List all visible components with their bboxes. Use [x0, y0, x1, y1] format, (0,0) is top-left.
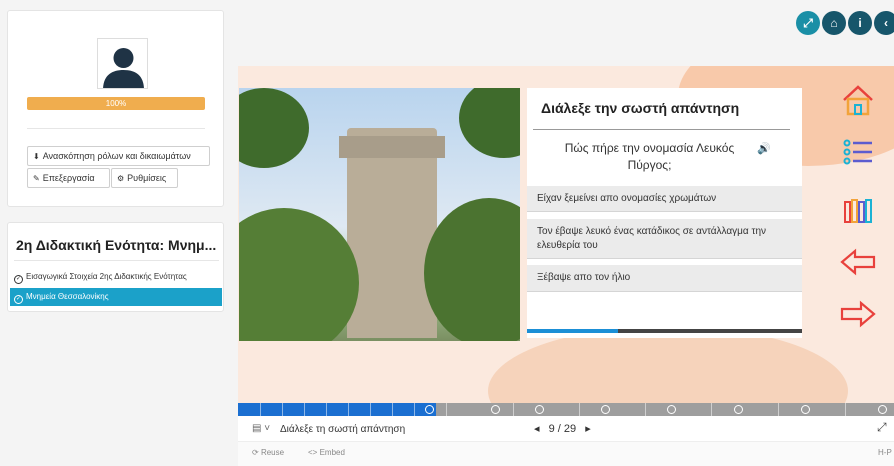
answer-option[interactable]: Ξέβαψε απο τον ήλιο	[527, 265, 802, 292]
home-nav-icon[interactable]	[838, 80, 878, 120]
timeline-task-marker[interactable]	[491, 405, 500, 414]
reuse-icon: ⟳	[252, 448, 261, 457]
settings-button[interactable]: ⚙ Ρυθμίσεις	[111, 168, 178, 188]
timeline-tick[interactable]	[513, 403, 514, 416]
info-button[interactable]: i	[848, 11, 872, 35]
expand-icon: ⤢	[803, 16, 813, 30]
expand-button[interactable]: ⤢	[796, 11, 820, 35]
download-icon: ⬇	[33, 152, 40, 161]
prev-slide-button[interactable]: ◂	[534, 423, 540, 435]
divider	[533, 129, 790, 130]
answer-option[interactable]: Τον έβαψε λευκό ένας κατάδικος σε αντάλλ…	[527, 219, 802, 259]
timeline-tick[interactable]	[370, 403, 371, 416]
question-progress-fill	[527, 329, 618, 333]
timeline-tick[interactable]	[446, 403, 447, 416]
edit-button[interactable]: ✎ Επεξεργασία	[27, 168, 110, 188]
reuse-button[interactable]: ⟳ Reuse	[252, 448, 284, 457]
tree	[239, 88, 309, 168]
gear-icon: ⚙	[117, 174, 125, 183]
roles-overview-button[interactable]: ⬇ Ανασκόπηση ρόλων και δικαιωμάτων	[27, 146, 210, 166]
timeline-tick[interactable]	[645, 403, 646, 416]
tree	[424, 198, 520, 341]
timeline-tick[interactable]	[304, 403, 305, 416]
divider	[27, 128, 205, 129]
next-slide-button[interactable]: ▸	[585, 423, 591, 435]
avatar	[97, 38, 148, 89]
arrow-left-icon[interactable]	[838, 242, 878, 282]
page-counter: 9 / 29	[548, 423, 577, 435]
timeline-tick[interactable]	[348, 403, 349, 416]
embed-icon: <>	[308, 448, 320, 457]
library-nav-icon[interactable]	[838, 190, 878, 230]
check-circle-icon: ✓	[14, 295, 23, 304]
edit-label: Επεξεργασία	[42, 173, 95, 183]
slide-title: Διάλεξε τη σωστή απάντηση	[280, 424, 406, 435]
timeline-tick[interactable]	[392, 403, 393, 416]
fullscreen-icon[interactable]: ⤢	[877, 420, 887, 435]
tree	[459, 88, 520, 158]
unit-item-monuments[interactable]: ✓ Μνημεία Θεσσαλονίκης	[10, 288, 222, 306]
timeline-task-marker[interactable]	[734, 405, 743, 414]
unit-title: 2η Διδακτική Ενότητα: Μνημ...	[16, 237, 217, 253]
timeline-tick[interactable]	[260, 403, 261, 416]
timeline-tick[interactable]	[711, 403, 712, 416]
list-nav-icon[interactable]	[838, 132, 878, 172]
arrow-right-icon[interactable]	[838, 294, 878, 334]
h5p-logo[interactable]: H-P	[878, 448, 892, 457]
timeline-tick[interactable]	[579, 403, 580, 416]
tower	[347, 128, 437, 338]
info-icon: i	[858, 16, 862, 30]
page-navigation: ◂ 9 / 29 ▸	[534, 422, 591, 435]
timeline-task-marker[interactable]	[667, 405, 676, 414]
timeline-task-marker[interactable]	[878, 405, 887, 414]
presentation-stage: Διάλεξε την σωστή απάντηση Πώς πήρε την …	[238, 66, 894, 403]
tree	[239, 208, 359, 341]
check-circle-icon: ✓	[14, 275, 23, 284]
slide-list-icon[interactable]: ▤ ˅	[252, 423, 270, 434]
back-icon: ‹	[884, 16, 888, 30]
question-box: Διάλεξε την σωστή απάντηση Πώς πήρε την …	[527, 88, 802, 338]
unit-item-intro[interactable]: ✓ Εισαγωγικά Στοιχεία 2ης Διδακτικής Ενότ…	[10, 268, 222, 286]
course-progress-bar: 100%	[27, 97, 205, 110]
embed-button[interactable]: <> Embed	[308, 448, 345, 457]
timeline-task-marker[interactable]	[601, 405, 610, 414]
timeline-task-marker[interactable]	[801, 405, 810, 414]
profile-card: 100% ⬇ Ανασκόπηση ρόλων και δικαιωμάτων ✎…	[7, 10, 224, 207]
audio-speaker-icon[interactable]: 🔊	[757, 142, 771, 155]
home-icon: ⌂	[830, 16, 838, 30]
timeline-tick[interactable]	[282, 403, 283, 416]
question-text: Πώς πήρε την ονομασία Λευκός Πύργος;	[564, 141, 735, 172]
slide-timeline[interactable]	[238, 403, 894, 416]
question-title: Διάλεξε την σωστή απάντηση	[541, 100, 740, 116]
settings-label: Ρυθμίσεις	[127, 173, 167, 183]
white-tower-photo	[239, 88, 520, 341]
back-button[interactable]: ‹	[874, 11, 894, 35]
tower-battlements	[339, 136, 445, 158]
home-button[interactable]: ⌂	[822, 11, 846, 35]
roles-overview-label: Ανασκόπηση ρόλων και δικαιωμάτων	[42, 151, 191, 161]
timeline-task-marker[interactable]	[535, 405, 544, 414]
presentation-footer: ▤ ˅ Διάλεξε τη σωστή απάντηση ◂ 9 / 29 ▸…	[238, 416, 894, 466]
question-progress-bar	[527, 329, 802, 333]
course-progress-label: 100%	[105, 99, 127, 108]
unit-card: 2η Διδακτική Ενότητα: Μνημ... ✓ Εισαγωγικ…	[7, 222, 224, 312]
timeline-tick[interactable]	[845, 403, 846, 416]
reuse-label: Reuse	[260, 448, 285, 457]
unit-item-label: Μνημεία Θεσσαλονίκης	[26, 292, 109, 301]
user-silhouette-icon	[103, 48, 144, 88]
divider	[14, 260, 219, 261]
answer-option[interactable]: Είχαν ξεμείνει απο ονομασίες χρωμάτων	[527, 186, 802, 212]
timeline-tick[interactable]	[326, 403, 327, 416]
embed-label: Embed	[319, 448, 345, 457]
footer-actions: ⟳ Reuse <> Embed H-P	[238, 441, 894, 466]
page: 100% ⬇ Ανασκόπηση ρόλων και δικαιωμάτων ✎…	[0, 0, 894, 466]
unit-item-label: Εισαγωγικά Στοιχεία 2ης Διδακτικής Ενότη…	[26, 272, 187, 281]
timeline-tick[interactable]	[778, 403, 779, 416]
timeline-tick[interactable]	[414, 403, 415, 416]
timeline-task-marker[interactable]	[425, 405, 434, 414]
pencil-icon: ✎	[33, 174, 40, 183]
timeline-progress	[238, 403, 437, 416]
